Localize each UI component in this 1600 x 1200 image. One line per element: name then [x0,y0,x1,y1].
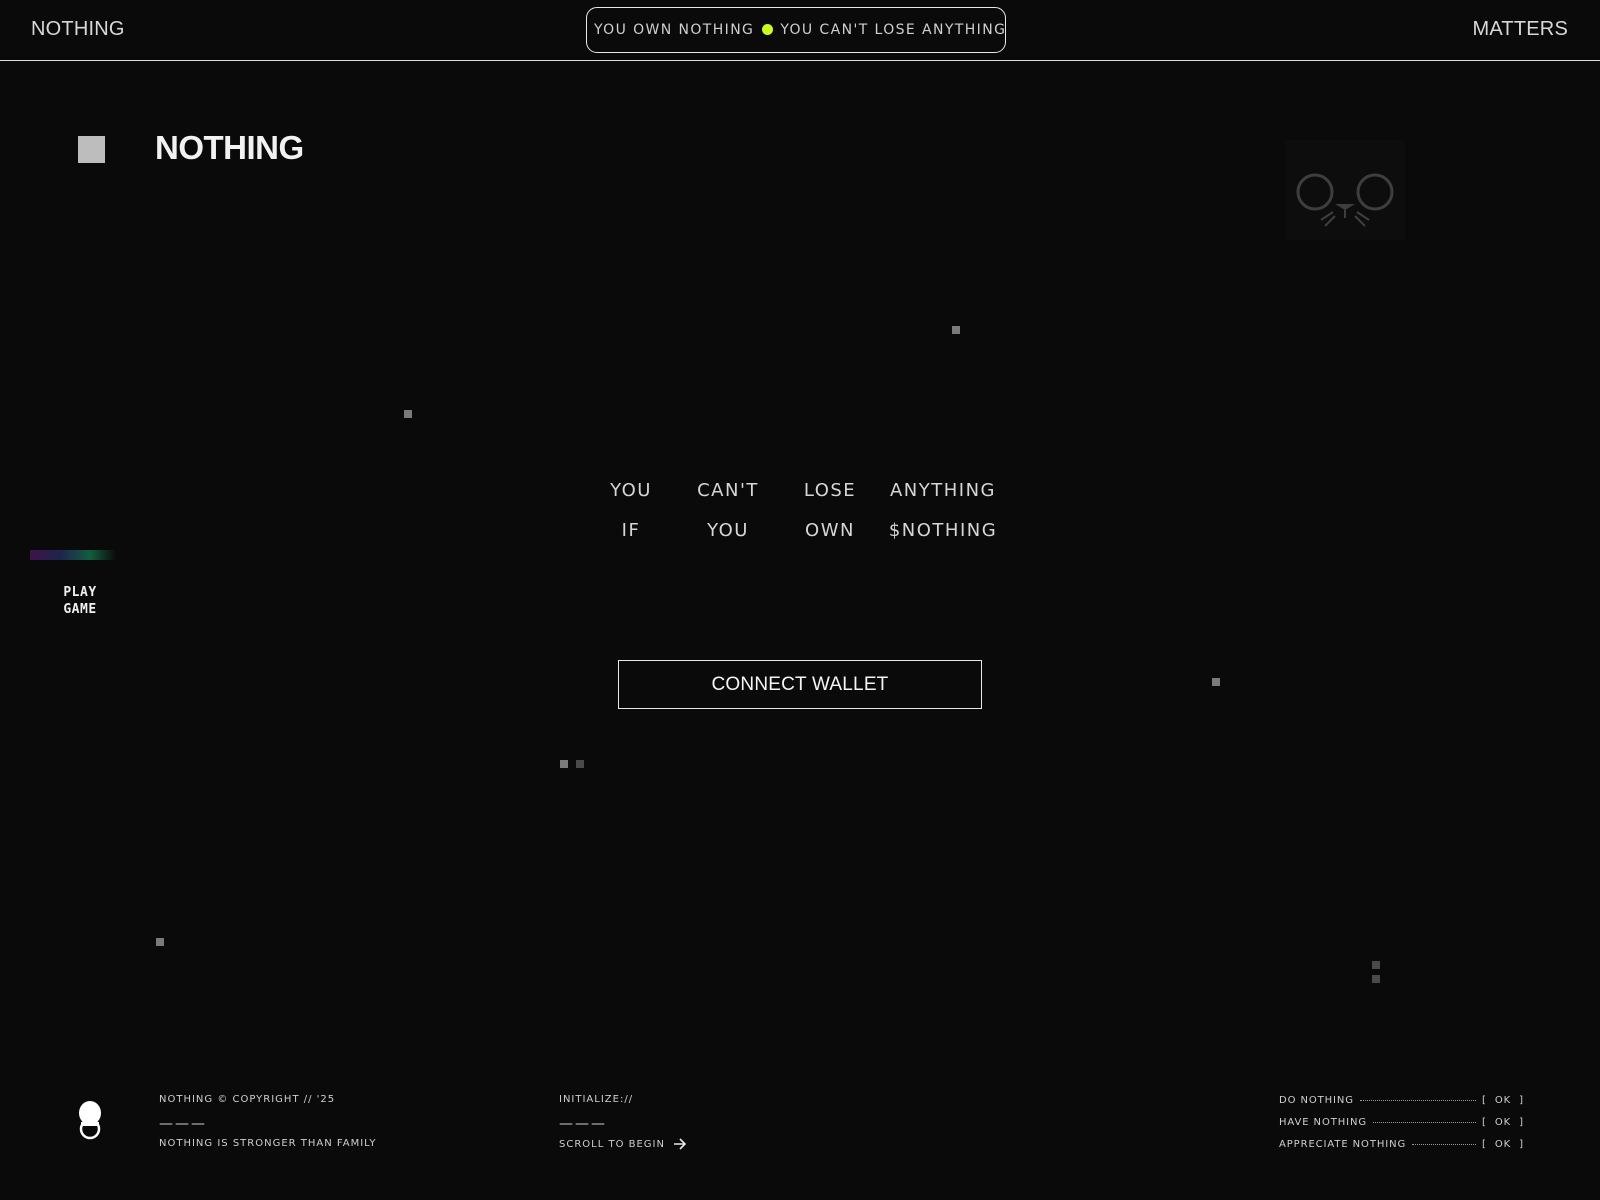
dotted-leader [1373,1122,1476,1123]
status-row: DO NOTHING [ OK ] [1279,1095,1524,1117]
dotted-leader [1359,1100,1476,1101]
slogan-word: IF [621,520,641,541]
decor-pixel [404,410,412,418]
slogan-word: YOU [610,480,652,501]
status-value: [ OK ] [1482,1095,1524,1106]
status-row: APPRECIATE NOTHING [ OK ] [1279,1139,1524,1161]
connect-wallet-button[interactable]: CONNECT WALLET [618,660,982,709]
decor-pixel [1212,678,1220,686]
slogan-word: OWN [805,520,855,541]
ticker-track: YOU OWN NOTHING YOU CAN'T LOSE ANYTHING I… [594,22,1006,38]
cat-face-icon [1285,140,1405,240]
scroll-label: SCROLL TO BEGIN [559,1139,665,1150]
decor-pixel [156,938,164,946]
ticker-marquee: YOU OWN NOTHING YOU CAN'T LOSE ANYTHING I… [586,7,1006,53]
dash-separator: ——— [159,1116,207,1132]
slogan-word: $NOTHING [888,520,998,541]
mascot-logo-icon [79,1101,101,1140]
scroll-to-begin-link[interactable]: SCROLL TO BEGIN [559,1138,687,1150]
top-bar: NOTHING YOU OWN NOTHING YOU CAN'T LOSE AN… [0,0,1600,61]
slogan-word: LOSE [803,480,857,501]
status-row: HAVE NOTHING [ OK ] [1279,1117,1524,1139]
copyright-text: NOTHING © COPYRIGHT // '25 [159,1094,336,1105]
hero-square-icon [78,136,105,163]
decor-pixel [576,760,584,768]
brand-right[interactable]: MATTERS [1473,18,1568,41]
slogan-word: YOU [707,520,749,541]
brand-left[interactable]: NOTHING [31,18,125,41]
decor-pixel [1372,975,1380,983]
status-value: [ OK ] [1482,1139,1524,1150]
page-title: NOTHING [155,129,304,166]
footer-initialize-block: INITIALIZE:// ——— SCROLL TO BEGIN [559,1094,687,1150]
tagline-text: NOTHING IS STRONGER THAN FAMILY [159,1138,377,1149]
slogan-word: ANYTHING [889,480,997,501]
dotted-leader [1412,1144,1476,1145]
decor-pixel [952,326,960,334]
status-label: DO NOTHING [1279,1095,1354,1106]
footer-copyright-block: NOTHING © COPYRIGHT // '25 ——— NOTHING I… [159,1094,377,1149]
play-game-line: GAME [63,602,97,617]
decor-pixel [1372,961,1380,969]
status-label: HAVE NOTHING [1279,1117,1368,1128]
glitch-bar [30,550,116,560]
dash-separator: ——— [559,1116,607,1132]
ticker-segment: YOU CAN'T LOSE ANYTHING IF Y [780,22,1006,38]
status-value: [ OK ] [1482,1117,1524,1128]
slogan-word: CAN'T [697,480,759,501]
decor-pixel [560,760,568,768]
ticker-dot-icon [762,24,774,35]
arrow-right-icon [674,1138,687,1150]
slogan-word-grid: YOU CAN'T LOSE ANYTHING IF YOU OWN $NOTH… [585,480,1005,541]
ticker-segment: YOU OWN NOTHING [594,22,755,38]
status-checklist: DO NOTHING [ OK ] HAVE NOTHING [ OK ] AP… [1279,1095,1524,1161]
play-game-button[interactable]: PLAY GAME [50,584,110,618]
play-game-line: PLAY [63,585,97,600]
status-label: APPRECIATE NOTHING [1279,1139,1407,1150]
initialize-text: INITIALIZE:// [559,1094,634,1105]
